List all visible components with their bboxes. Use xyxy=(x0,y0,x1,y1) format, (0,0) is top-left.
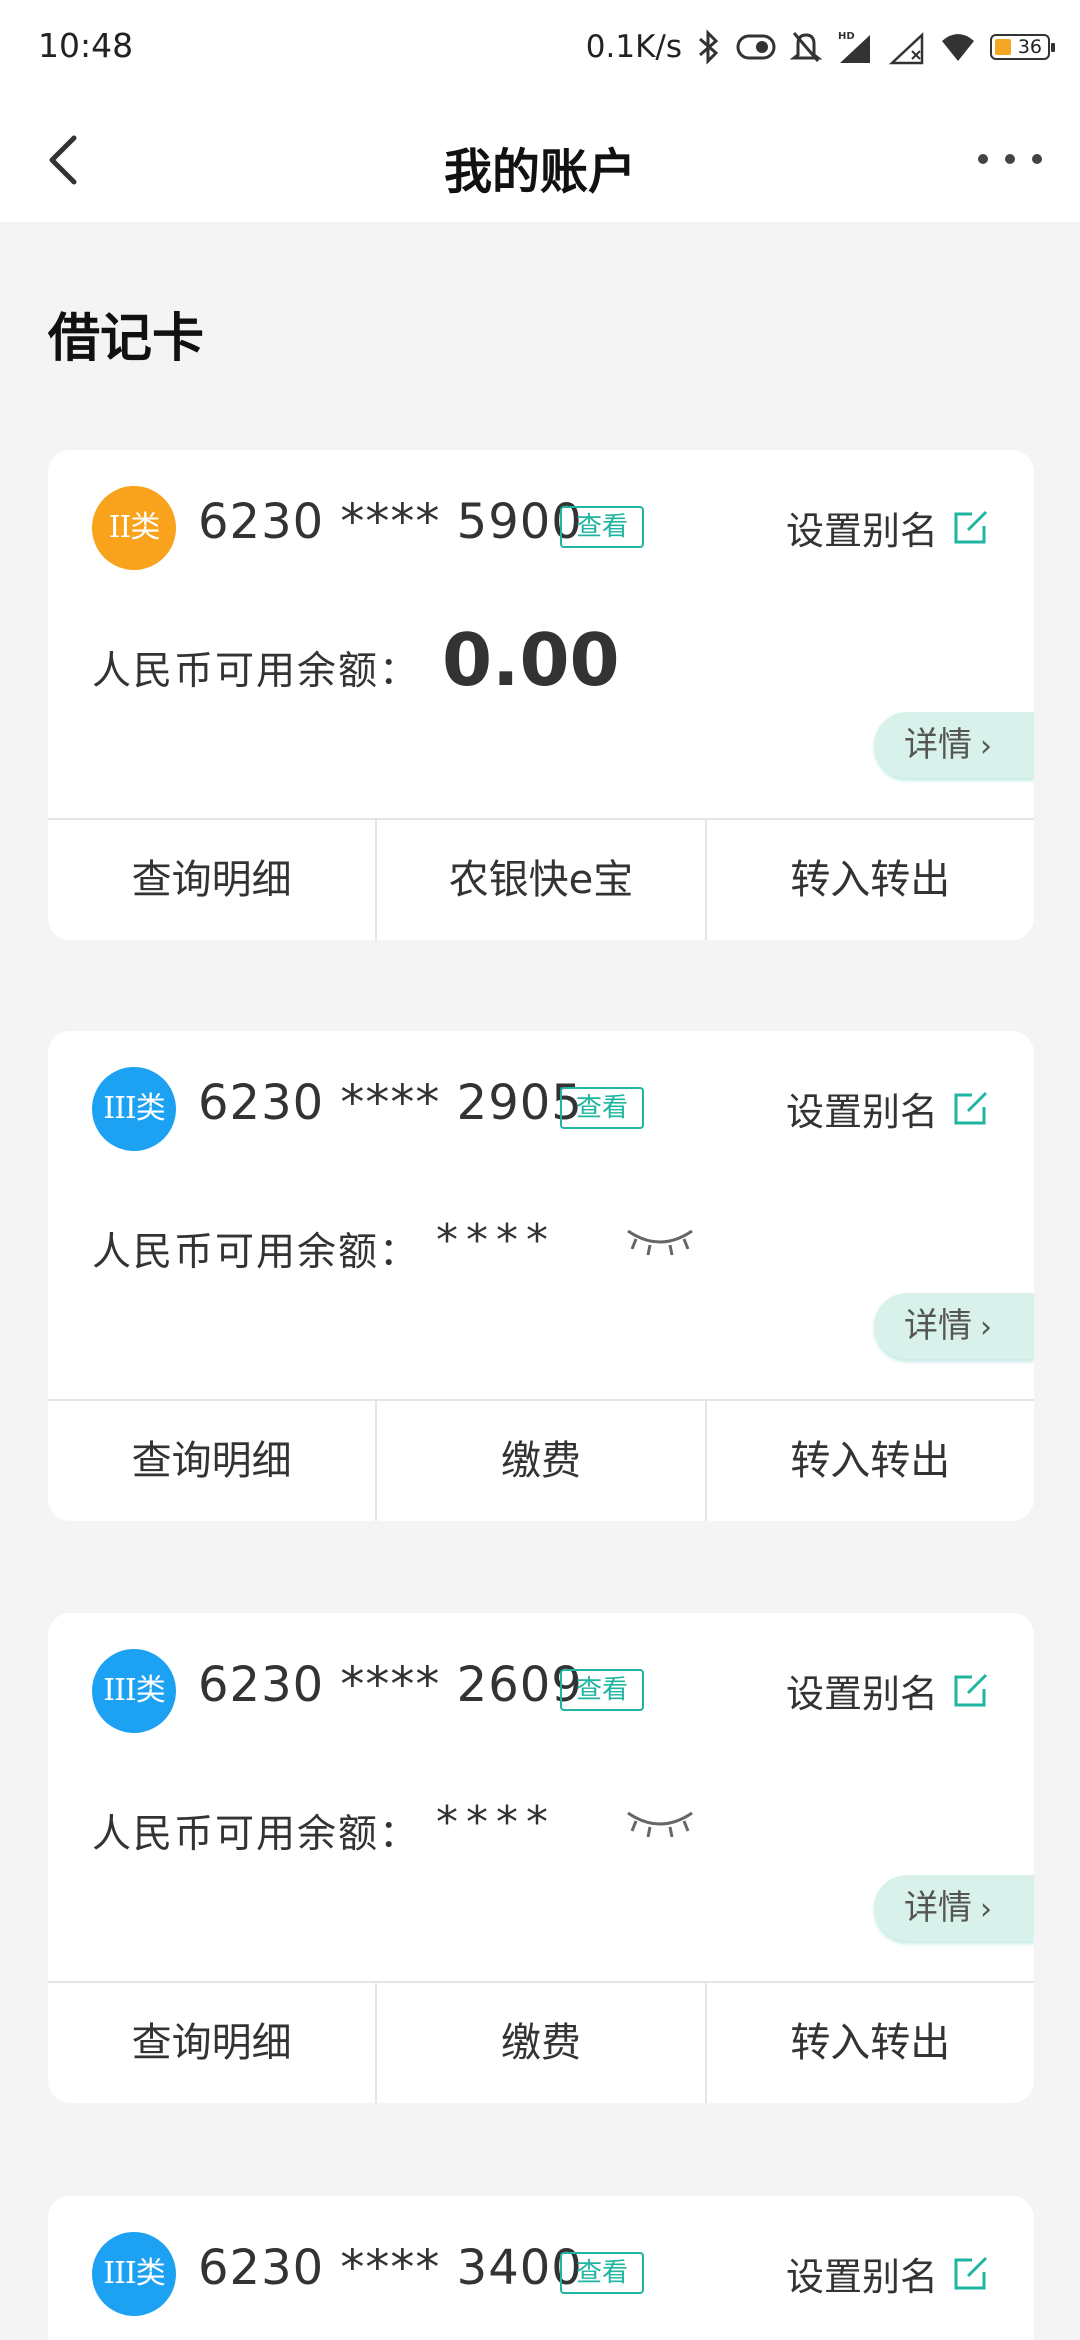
account-class-badge: III类 xyxy=(92,1067,176,1151)
detail-button[interactable]: 详情 › xyxy=(874,1293,1034,1359)
account-card: III类 6230 **** 3400 查看 设置别名 xyxy=(48,2196,1034,2340)
card-number: 6230 **** 2609 xyxy=(198,1657,583,1713)
edit-icon xyxy=(954,1091,988,1124)
detail-label: 详情 xyxy=(904,725,972,765)
nav-bar: 我的账户 xyxy=(0,96,1080,222)
set-alias-button[interactable]: 设置别名 xyxy=(786,1663,990,1718)
pay-bills-button[interactable]: 缴费 xyxy=(377,1983,707,2103)
card-number: 6230 **** 5900 xyxy=(198,494,583,550)
detail-button[interactable]: 详情 › xyxy=(874,712,1034,778)
eye-closed-icon[interactable] xyxy=(622,1219,698,1263)
card-number: 6230 **** 3400 xyxy=(198,2240,583,2296)
mute-icon xyxy=(790,32,822,62)
set-alias-label: 设置别名 xyxy=(785,1090,938,1134)
balance-amount: 0.00 xyxy=(442,618,620,702)
bluetooth-icon xyxy=(699,29,719,65)
set-alias-label: 设置别名 xyxy=(785,2255,938,2299)
page-title: 我的账户 xyxy=(443,144,636,200)
kuai-e-bao-button[interactable]: 农银快e宝 xyxy=(377,820,707,940)
set-alias-button[interactable]: 设置别名 xyxy=(786,500,990,555)
signal-empty-icon xyxy=(888,32,924,65)
transfer-button[interactable]: 转入转出 xyxy=(707,820,1034,940)
signal-hd-icon: HD xyxy=(838,31,870,63)
account-card: III类 6230 **** 2609 查看 设置别名 人民币可用余额： ***… xyxy=(48,1613,1034,2103)
chevron-right-icon: › xyxy=(980,729,992,764)
account-card: II类 6230 **** 5900 查看 设置别名 人民币可用余额： 0.00… xyxy=(48,450,1034,940)
view-number-button[interactable]: 查看 xyxy=(560,1087,644,1129)
view-number-button[interactable]: 查看 xyxy=(560,2252,644,2294)
edit-icon xyxy=(954,510,988,543)
chevron-right-icon: › xyxy=(980,1310,992,1345)
card-header: II类 6230 **** 5900 查看 设置别名 人民币可用余额： 0.00… xyxy=(48,450,1034,820)
card-actions: 查询明细 农银快e宝 转入转出 xyxy=(48,818,1034,940)
chevron-right-icon: › xyxy=(980,1892,992,1927)
more-dots-icon[interactable] xyxy=(970,126,1050,192)
query-details-button[interactable]: 查询明细 xyxy=(48,1401,378,1521)
balance-masked: **** xyxy=(436,1797,556,1848)
net-speed: 0.1K/s xyxy=(585,29,682,65)
balance-label: 人民币可用余额： xyxy=(92,1812,421,1857)
status-icons: 0.1K/s HD 36 xyxy=(585,22,1055,72)
wifi-icon xyxy=(942,34,974,61)
pay-bills-button[interactable]: 缴费 xyxy=(377,1401,707,1521)
balance-masked: **** xyxy=(436,1215,556,1266)
card-header: III类 6230 **** 2905 查看 设置别名 人民币可用余额： ***… xyxy=(48,1031,1034,1401)
svg-text:HD: HD xyxy=(838,31,855,42)
set-alias-button[interactable]: 设置别名 xyxy=(786,2246,990,2301)
query-details-button[interactable]: 查询明细 xyxy=(48,820,378,940)
eye-closed-icon[interactable] xyxy=(622,1801,698,1845)
section-title: 借记卡 xyxy=(48,309,205,369)
transfer-button[interactable]: 转入转出 xyxy=(707,1983,1034,2103)
edit-icon xyxy=(954,1673,988,1706)
balance-label: 人民币可用余额： xyxy=(92,1230,421,1275)
set-alias-label: 设置别名 xyxy=(785,1672,938,1716)
account-class-badge: II类 xyxy=(92,486,176,570)
account-class-badge: III类 xyxy=(92,1649,176,1733)
detail-label: 详情 xyxy=(904,1888,972,1928)
card-actions: 查询明细 缴费 转入转出 xyxy=(48,1981,1034,2103)
view-number-button[interactable]: 查看 xyxy=(560,1669,644,1711)
account-class-badge: III类 xyxy=(92,2232,176,2316)
detail-label: 详情 xyxy=(904,1306,972,1346)
account-card: III类 6230 **** 2905 查看 设置别名 人民币可用余额： ***… xyxy=(48,1031,1034,1521)
toggle-icon xyxy=(736,34,776,60)
card-header: III类 6230 **** 3400 查看 设置别名 xyxy=(48,2196,1034,2340)
query-details-button[interactable]: 查询明细 xyxy=(48,1983,378,2103)
status-time: 10:48 xyxy=(38,26,134,65)
status-bar: 10:48 0.1K/s HD 36 xyxy=(0,0,1080,96)
edit-icon xyxy=(954,2256,988,2289)
set-alias-label: 设置别名 xyxy=(785,509,938,553)
balance-label: 人民币可用余额： xyxy=(92,649,421,694)
set-alias-button[interactable]: 设置别名 xyxy=(786,1081,990,1136)
card-header: III类 6230 **** 2609 查看 设置别名 人民币可用余额： ***… xyxy=(48,1613,1034,1983)
detail-button[interactable]: 详情 › xyxy=(874,1875,1034,1941)
card-actions: 查询明细 缴费 转入转出 xyxy=(48,1399,1034,1521)
transfer-button[interactable]: 转入转出 xyxy=(707,1401,1034,1521)
card-number: 6230 **** 2905 xyxy=(198,1075,583,1131)
view-number-button[interactable]: 查看 xyxy=(560,506,644,548)
battery-icon: 36 xyxy=(990,34,1055,60)
